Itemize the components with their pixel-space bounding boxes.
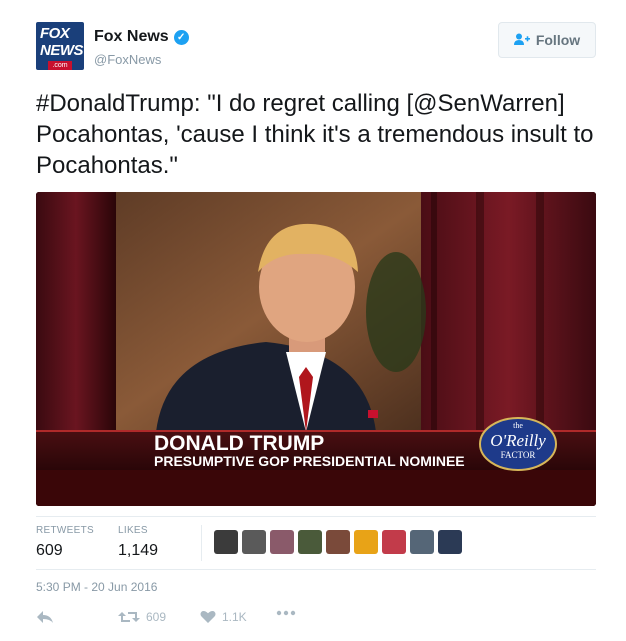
fox-news-logo[interactable]: FOX NEWS .com [36,22,84,70]
retweet-button[interactable]: 609 [118,610,166,624]
liker-avatar[interactable] [242,530,266,554]
account-name[interactable]: Fox News [94,28,169,46]
add-user-icon [513,33,530,48]
account-name-row[interactable]: Fox News ✓ [94,28,189,46]
liker-avatar[interactable] [298,530,322,554]
tweet-stats: RETWEETS 609 LIKES 1,149 [36,516,596,570]
tweet-text: #DonaldTrump: "I do regret calling [@Sen… [36,90,594,179]
reply-button[interactable] [36,610,54,624]
retweets-label: RETWEETS [36,525,94,536]
logo-text-fox: FOX [40,25,70,42]
lower-third-name: DONALD TRUMP [154,432,324,455]
more-dots-icon [276,610,296,616]
stats-divider [201,525,202,561]
like-count: 1.1K [222,610,247,624]
lower-third-title: PRESUMPTIVE GOP PRESIDENTIAL NOMINEE [154,453,465,469]
liker-avatar[interactable] [214,530,238,554]
heart-icon [200,611,216,623]
tweet-media-video-frame[interactable]: DONALD TRUMP PRESUMPTIVE GOP PRESIDENTIA… [36,192,596,506]
liker-avatar[interactable] [382,530,406,554]
retweets-stat[interactable]: RETWEETS 609 [36,525,94,560]
liker-avatar[interactable] [410,530,434,554]
likes-value: 1,149 [118,542,159,559]
tweet-header: FOX NEWS .com Fox News ✓ @FoxNews Follow [36,22,596,72]
liker-avatar[interactable] [270,530,294,554]
tweet-timestamp[interactable]: 5:30 PM - 20 Jun 2016 [36,580,157,594]
show-logo-main: O'Reilly [490,431,546,450]
liker-avatar[interactable] [354,530,378,554]
more-button[interactable] [276,610,296,616]
logo-text-news: NEWS [40,42,84,59]
retweet-count: 609 [146,610,167,624]
video-frame-image: DONALD TRUMP PRESUMPTIVE GOP PRESIDENTIA… [36,192,596,506]
liker-avatar[interactable] [326,530,350,554]
show-logo-top: the [513,421,523,430]
retweet-icon [118,612,140,622]
follow-label: Follow [535,32,581,48]
account-handle[interactable]: @FoxNews [94,52,161,67]
like-button[interactable]: 1.1K [200,610,247,624]
liker-avatars [214,530,462,554]
liker-avatar[interactable] [438,530,462,554]
retweets-value: 609 [36,542,63,559]
verified-icon: ✓ [173,29,189,45]
tweet-actions: 609 1.1K [36,610,336,630]
follow-button[interactable]: Follow [498,22,596,58]
logo-text-com: .com [48,61,72,70]
show-logo-sub: FACTOR [501,450,536,460]
likes-label: LIKES [118,525,148,536]
likes-stat[interactable]: LIKES 1,149 [118,525,158,560]
reply-icon [37,611,53,623]
